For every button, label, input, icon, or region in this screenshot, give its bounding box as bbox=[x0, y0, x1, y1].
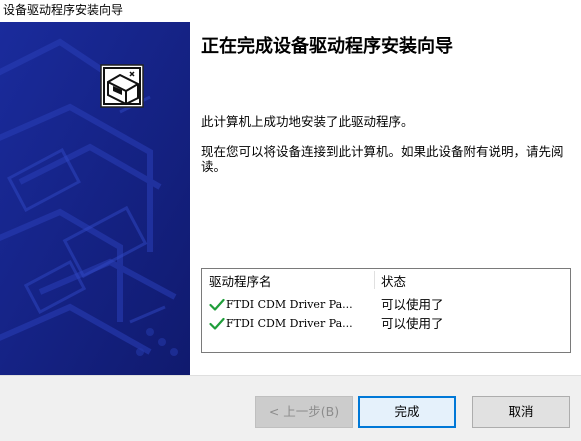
cancel-button[interactable]: 取消 bbox=[472, 396, 570, 428]
driver-list[interactable]: 驱动程序名 状态 FTDI CDM Driver Pa... 可以使用了 FTD… bbox=[201, 268, 571, 353]
driver-status: 可以使用了 bbox=[381, 316, 444, 331]
hardware-install-icon bbox=[100, 64, 144, 108]
banner-graphic bbox=[0, 22, 190, 375]
wizard-window: 设备驱动程序安装向导 正在完成设备驱动程序安装向导 此计算机上成功地安装了此驱动… bbox=[0, 0, 581, 441]
button-bar: < 上一步(B) 完成 取消 bbox=[0, 375, 581, 441]
green-check-icon bbox=[209, 298, 225, 311]
column-header-status[interactable]: 状态 bbox=[381, 274, 406, 289]
driver-status: 可以使用了 bbox=[381, 297, 444, 312]
column-header-driver-name[interactable]: 驱动程序名 bbox=[209, 274, 272, 289]
window-title: 设备驱动程序安装向导 bbox=[3, 3, 124, 17]
driver-name: FTDI CDM Driver Pa... bbox=[226, 317, 353, 330]
column-divider[interactable] bbox=[374, 271, 375, 289]
driver-row[interactable]: FTDI CDM Driver Pa... 可以使用了 bbox=[202, 315, 570, 333]
instruction-message: 现在您可以将设备连接到此计算机。如果此设备附有说明，请先阅读。 bbox=[201, 144, 564, 174]
title-bar: 设备驱动程序安装向导 bbox=[0, 0, 581, 22]
driver-list-header: 驱动程序名 状态 bbox=[202, 269, 570, 291]
success-message: 此计算机上成功地安装了此驱动程序。 bbox=[201, 114, 414, 129]
wizard-content: 正在完成设备驱动程序安装向导 此计算机上成功地安装了此驱动程序。 现在您可以将设… bbox=[190, 22, 581, 375]
wizard-heading: 正在完成设备驱动程序安装向导 bbox=[201, 36, 453, 57]
back-button[interactable]: < 上一步(B) bbox=[255, 396, 353, 428]
driver-row[interactable]: FTDI CDM Driver Pa... 可以使用了 bbox=[202, 296, 570, 314]
driver-name: FTDI CDM Driver Pa... bbox=[226, 298, 353, 311]
wizard-banner bbox=[0, 22, 190, 375]
finish-button[interactable]: 完成 bbox=[358, 396, 456, 428]
green-check-icon bbox=[209, 317, 225, 330]
